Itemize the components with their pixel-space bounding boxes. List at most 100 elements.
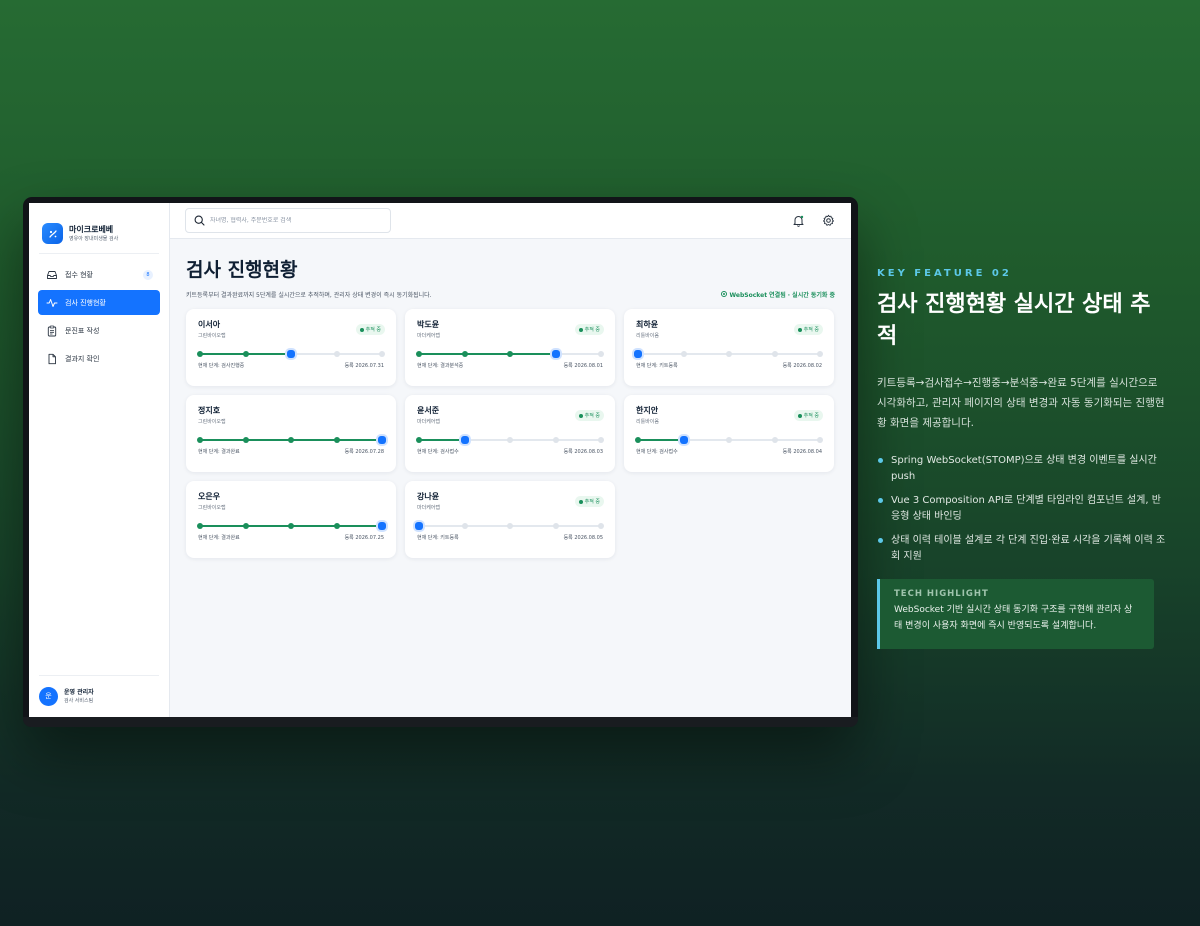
status-dot-icon xyxy=(797,413,802,418)
count-badge: 8 xyxy=(143,270,153,280)
tracking-badge-label: 추적 중 xyxy=(803,327,819,333)
stage-dot-current xyxy=(551,350,560,358)
stage-dot-pending xyxy=(333,351,340,357)
registered-date: 등록 2026.08.05 xyxy=(563,535,603,541)
stage-dot-pending xyxy=(598,523,604,529)
tech-highlight: TECH HIGHLIGHT WebSocket 기반 실시간 상태 동기화 구… xyxy=(877,579,1154,649)
stage-timeline xyxy=(635,435,823,445)
progress-card[interactable]: 최하윤 리틀바이옴 추적 중 현재 단계: 키트등록 등록 2026.08.02 xyxy=(624,309,834,386)
bell-icon[interactable] xyxy=(790,213,806,229)
gear-icon[interactable] xyxy=(820,213,836,229)
tracking-badge-label: 추적 중 xyxy=(803,413,819,419)
stage-timeline xyxy=(197,349,385,359)
stage-dot-pending xyxy=(771,351,778,357)
page-title: 검사 진행현황 xyxy=(186,259,298,281)
current-stage: 현재 단계: 키트등록 xyxy=(417,535,459,541)
progress-card[interactable]: 박도윤 마더케어랩 추적 중 현재 단계: 결과분석중 등록 2026.08.01 xyxy=(405,309,615,386)
status-dot-icon xyxy=(578,499,583,504)
progress-card[interactable]: 한지안 리틀바이옴 추적 중 현재 단계: 검사접수 등록 2026.08.04 xyxy=(624,395,834,472)
user-profile[interactable]: 운 운영 관리자 검사 서비스팀 xyxy=(39,675,159,717)
file-icon xyxy=(46,353,58,365)
stage-timeline xyxy=(416,349,604,359)
tracking-badge-label: 추적 중 xyxy=(584,499,600,505)
status-dot-icon xyxy=(797,327,802,332)
tech-highlight-title: TECH HIGHLIGHT xyxy=(894,589,989,599)
stage-dot-done xyxy=(242,351,249,357)
stage-dot-current xyxy=(634,350,642,358)
stage-dot-pending xyxy=(461,523,468,529)
partner-org: 리틀바이옴 xyxy=(636,333,660,339)
sidebar-item-label: 결과지 확인 xyxy=(65,354,100,363)
user-role: 검사 서비스팀 xyxy=(64,698,94,704)
stage-dot-current xyxy=(287,350,295,358)
feature-description: 키트등록→검사접수→진행중→분석중→완료 5단계를 실시간으로 시각화하고, 관… xyxy=(877,377,1165,429)
stage-dot-done xyxy=(197,351,203,357)
tracking-badge: 추적 중 xyxy=(574,410,604,421)
stage-dot-done xyxy=(635,437,641,443)
tracking-badge-label: 추적 중 xyxy=(584,327,600,333)
stage-dot-done xyxy=(288,437,294,443)
tracking-badge: 추적 중 xyxy=(574,324,604,335)
app-screen: 마이크로베베 영유아 장내미생물 검사 접수 현황 8 검사 진행현황 문진표 … xyxy=(29,203,851,717)
topbar xyxy=(170,203,851,239)
websocket-status: WebSocket 연결됨 · 실시간 동기화 중 xyxy=(720,290,835,299)
page-subtitle: 키트등록부터 결과완료까지 5단계를 실시간으로 추적하며, 관리자 상태 변경… xyxy=(186,291,432,299)
sidebar-item-reception[interactable]: 접수 현황 8 xyxy=(38,262,160,287)
stage-dot-pending xyxy=(552,437,559,443)
partner-org: 그린바이오랩 xyxy=(198,333,226,339)
current-stage: 현재 단계: 검사접수 xyxy=(417,449,459,455)
websocket-status-label: WebSocket 연결됨 · 실시간 동기화 중 xyxy=(729,291,835,299)
feature-bullet: Spring WebSocket(STOMP)으로 상태 변경 이벤트를 실시간… xyxy=(877,453,1167,485)
progress-card[interactable]: 정지호그린바이오랩현재 단계: 결과완료 등록 2026.07.28 xyxy=(186,395,396,472)
stage-dot-pending xyxy=(507,437,513,443)
stage-dot-done xyxy=(242,437,249,443)
progress-card[interactable]: 이서아 그린바이오랩 추적 중 현재 단계: 검사진행중 등록 2026.07.31 xyxy=(186,309,396,386)
tracking-badge: 추적 중 xyxy=(793,410,823,421)
brand[interactable]: 마이크로베베 영유아 장내미생물 검사 xyxy=(29,203,169,251)
feature-bullet: Vue 3 Composition API로 단계별 타임라인 컴포넌트 설계,… xyxy=(877,493,1167,525)
stage-dot-done xyxy=(333,437,340,443)
registered-date: 등록 2026.08.04 xyxy=(782,449,822,455)
child-name: 정지호 xyxy=(198,406,221,415)
current-stage: 현재 단계: 결과완료 xyxy=(198,449,240,455)
laptop-frame: 마이크로베베 영유아 장내미생물 검사 접수 현황 8 검사 진행현황 문진표 … xyxy=(23,197,858,727)
partner-org: 그린바이오랩 xyxy=(198,419,226,425)
stage-dot-done xyxy=(333,523,340,529)
stage-timeline xyxy=(197,521,386,531)
sidebar-item-results[interactable]: 결과지 확인 xyxy=(38,346,160,371)
sidebar-item-label: 접수 현황 xyxy=(65,270,93,279)
laptop-base xyxy=(23,717,858,727)
stage-dot-pending xyxy=(680,351,687,357)
search-box[interactable] xyxy=(185,208,391,233)
stage-timeline xyxy=(634,349,823,359)
progress-card[interactable]: 윤서준 마더케어랩 추적 중 현재 단계: 검사접수 등록 2026.08.03 xyxy=(405,395,615,472)
stage-dot-pending xyxy=(771,437,778,443)
sidebar-divider xyxy=(39,253,159,254)
content: 검사 진행현황 키트등록부터 결과완료까지 5단계를 실시간으로 추적하며, 관… xyxy=(170,239,851,558)
stage-dot-current xyxy=(460,436,469,444)
brand-name: 마이크로베베 xyxy=(69,224,114,234)
feature-bullet: 상태 이력 테이블 설계로 각 단계 진입·완료 시각을 기록해 이력 조회 지… xyxy=(877,533,1167,565)
registered-date: 등록 2026.07.28 xyxy=(344,449,384,455)
progress-card[interactable]: 강나윤 마더케어랩 추적 중 현재 단계: 키트등록 등록 2026.08.05 xyxy=(405,481,615,558)
status-dot-icon xyxy=(359,327,364,332)
search-input[interactable] xyxy=(210,217,380,224)
tracking-badge: 추적 중 xyxy=(355,324,385,335)
current-stage: 현재 단계: 키트등록 xyxy=(636,363,678,369)
status-dot-icon xyxy=(720,291,727,297)
stage-dot-pending xyxy=(379,351,385,357)
sidebar-item-label: 문진표 작성 xyxy=(65,326,100,335)
stage-dot-current xyxy=(378,522,386,530)
sidebar-item-progress[interactable]: 검사 진행현황 xyxy=(38,290,160,315)
progress-card[interactable]: 오은우 그린바이오랩 현재 단계: 결과완료 등록 2026.07.25 xyxy=(186,481,396,558)
user-name: 운영 관리자 xyxy=(64,689,94,696)
stage-dot-pending xyxy=(598,351,604,357)
stage-dot-current xyxy=(679,436,688,444)
sidebar-item-questionnaire[interactable]: 문진표 작성 xyxy=(38,318,160,343)
stage-dot-pending xyxy=(726,437,732,443)
stage-dot-done xyxy=(197,523,203,529)
child-name: 오은우 xyxy=(198,492,221,501)
registered-date: 등록 2026.07.25 xyxy=(344,535,384,541)
status-dot-icon xyxy=(578,413,583,418)
feature-title: 검사 진행현황 실시간 상태 추적 xyxy=(877,292,1151,349)
